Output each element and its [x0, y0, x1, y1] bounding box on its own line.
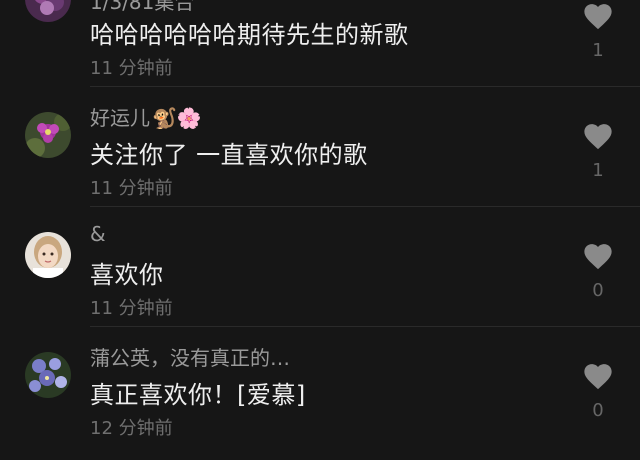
comment-text: 真正喜欢你！[爱慕] — [90, 381, 306, 409]
like-button[interactable]: 1 — [580, 120, 616, 181]
avatar-girl-photo-icon[interactable] — [25, 232, 71, 278]
comment-text: 喜欢你 — [90, 261, 164, 289]
like-count: 1 — [592, 40, 604, 61]
comment-username[interactable]: & — [90, 222, 106, 246]
heart-icon[interactable] — [581, 120, 615, 150]
heart-icon[interactable] — [581, 0, 615, 30]
monkey-blossom-emoji-icon: 🐒🌸 — [152, 106, 202, 130]
like-button[interactable]: 0 — [580, 360, 616, 421]
comment-timestamp: 12 分钟前 — [90, 418, 173, 439]
like-button[interactable]: 0 — [580, 240, 616, 301]
like-count: 1 — [592, 160, 604, 181]
comment-item: 1/3/81集合 哈哈哈哈哈哈期待先生的新歌 11 分钟前 1 — [0, 0, 640, 87]
comment-username[interactable]: 好运儿 🐒🌸 — [90, 102, 202, 131]
avatar-blue-flowers-icon[interactable] — [25, 352, 71, 398]
comment-timestamp: 11 分钟前 — [90, 178, 173, 199]
comment-text: 关注你了 一直喜欢你的歌 — [90, 141, 368, 169]
heart-icon[interactable] — [581, 240, 615, 270]
avatar-purple-flower-icon[interactable] — [25, 0, 71, 22]
like-button[interactable]: 1 — [580, 0, 616, 61]
heart-icon[interactable] — [581, 360, 615, 390]
comment-timestamp: 11 分钟前 — [90, 298, 173, 319]
comment-item: 好运儿 🐒🌸 关注你了 一直喜欢你的歌 11 分钟前 1 — [0, 86, 640, 207]
comment-list: 1/3/81集合 哈哈哈哈哈哈期待先生的新歌 11 分钟前 1 好运儿 🐒🌸 关… — [0, 0, 640, 460]
comment-item: 蒲公英，没有真正的… 真正喜欢你！[爱慕] 12 分钟前 0 — [0, 326, 640, 446]
avatar-pink-flower-icon[interactable] — [25, 112, 71, 158]
comment-username[interactable]: 1/3/81集合 — [90, 0, 194, 15]
comment-username[interactable]: 蒲公英，没有真正的… — [90, 342, 290, 371]
comment-timestamp: 11 分钟前 — [90, 58, 173, 79]
like-count: 0 — [592, 280, 604, 301]
comment-text: 哈哈哈哈哈哈期待先生的新歌 — [90, 21, 409, 49]
comment-item: & 喜欢你 11 分钟前 0 — [0, 206, 640, 327]
like-count: 0 — [592, 400, 604, 421]
